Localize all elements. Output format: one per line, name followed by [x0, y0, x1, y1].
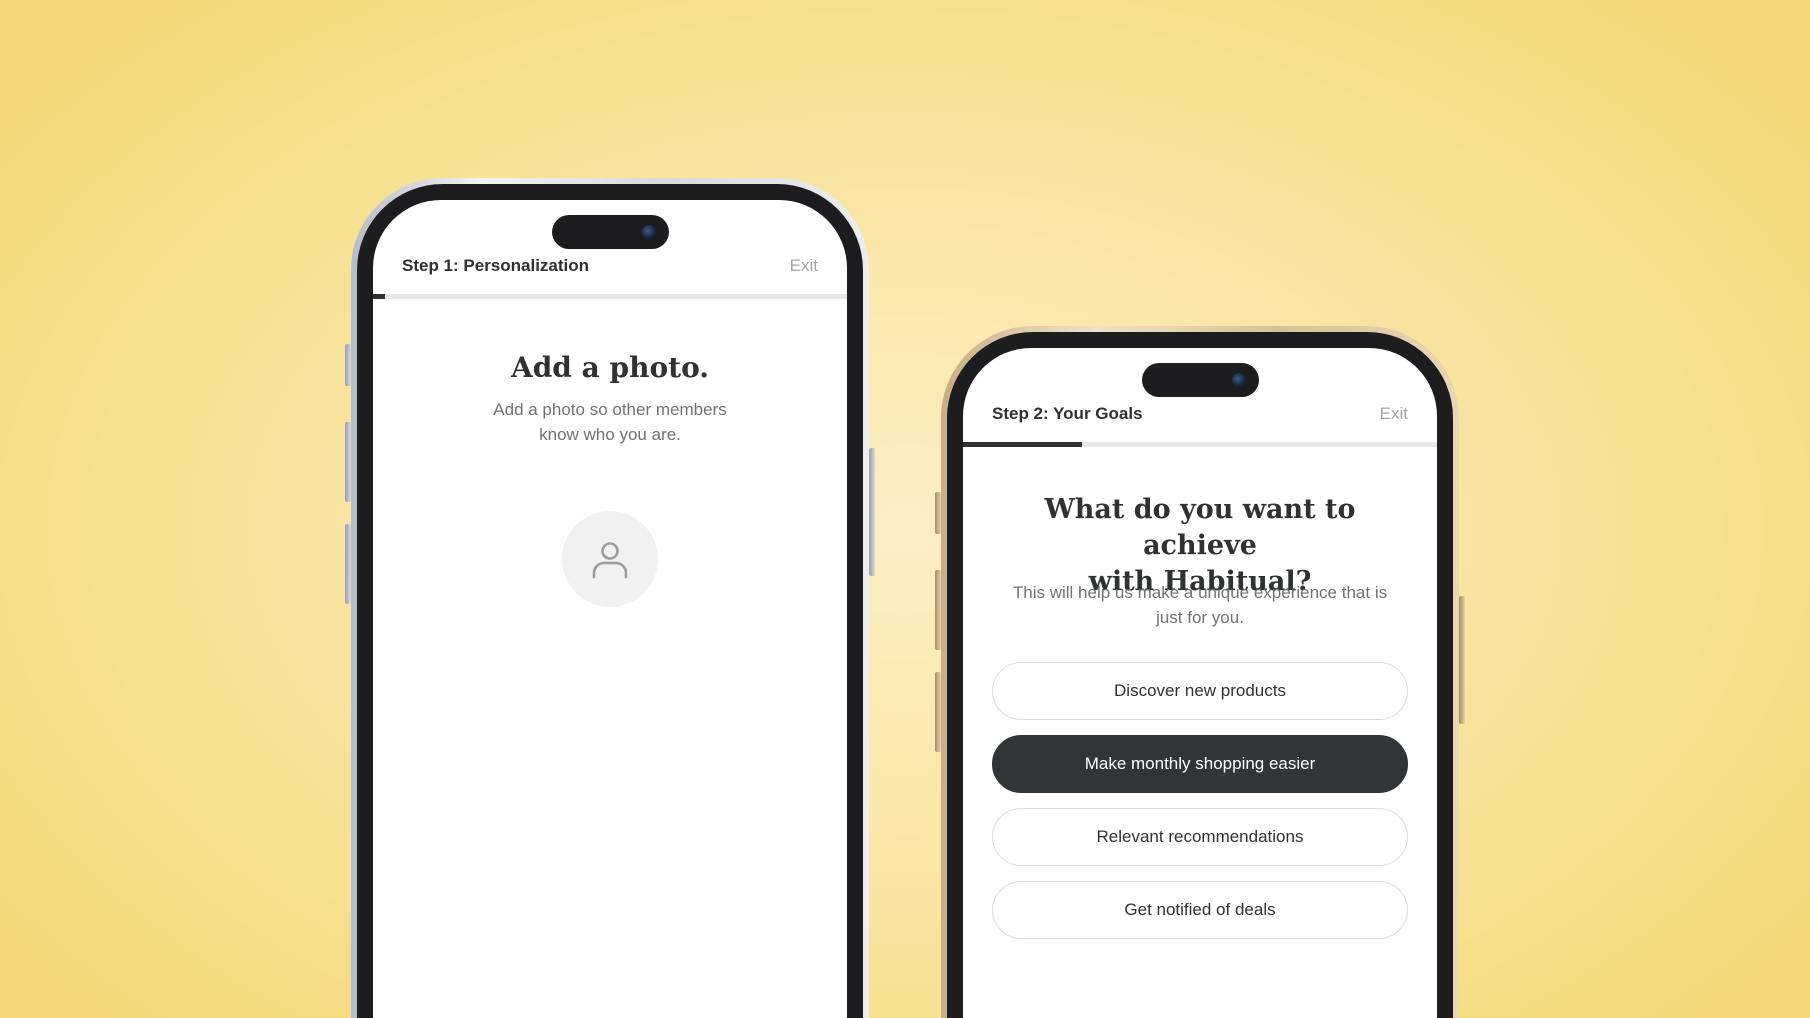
progress-fill: [963, 442, 1082, 447]
phone2-bezel: Step 2: Your Goals Exit What do you want…: [947, 332, 1453, 1018]
page-title: Add a photo.: [511, 351, 709, 384]
subtitle-line: just for you.: [1156, 608, 1244, 627]
goal-option-recommendations[interactable]: Relevant recommendations: [992, 808, 1408, 866]
progress-fill: [373, 294, 385, 299]
subtitle-line: know who you are.: [539, 425, 681, 444]
camera-icon: [1232, 373, 1246, 387]
exit-button[interactable]: Exit: [1380, 404, 1408, 424]
phone2-screen: Step 2: Your Goals Exit What do you want…: [963, 348, 1437, 1018]
goal-option-deals[interactable]: Get notified of deals: [992, 881, 1408, 939]
phone1-screen: Step 1: Personalization Exit Add a photo…: [373, 200, 847, 1018]
progress-bar: [963, 442, 1437, 447]
subtitle-line: This will help us make a unique experien…: [1012, 583, 1388, 602]
phone-step-2: Step 2: Your Goals Exit What do you want…: [941, 326, 1459, 1018]
page-subtitle: Add a photo so other members know who yo…: [413, 397, 807, 447]
phone-step-1: Step 1: Personalization Exit Add a photo…: [351, 178, 869, 1018]
step-title: Step 2: Your Goals: [992, 404, 1143, 423]
subtitle-line: Add a photo so other members: [493, 400, 727, 419]
goal-option-shopping[interactable]: Make monthly shopping easier: [992, 735, 1408, 793]
user-icon: [592, 542, 628, 579]
step-title: Step 1: Personalization: [402, 256, 590, 275]
dynamic-island: [1142, 363, 1259, 397]
title-line: What do you want to achieve: [1044, 494, 1356, 561]
phone1-power-button: [869, 448, 875, 576]
phone2-header: Step 2: Your Goals Exit: [992, 404, 1408, 430]
exit-button[interactable]: Exit: [790, 256, 818, 276]
phone2-power-button: [1459, 596, 1465, 724]
phone1-header: Step 1: Personalization Exit: [402, 256, 818, 282]
page-subtitle: This will help us make a unique experien…: [993, 580, 1407, 630]
dynamic-island: [552, 215, 669, 249]
add-photo-button[interactable]: [562, 511, 658, 607]
phone1-bezel: Step 1: Personalization Exit Add a photo…: [357, 184, 863, 1018]
goal-option-discover[interactable]: Discover new products: [992, 662, 1408, 720]
progress-bar: [373, 294, 847, 299]
camera-icon: [642, 225, 656, 239]
